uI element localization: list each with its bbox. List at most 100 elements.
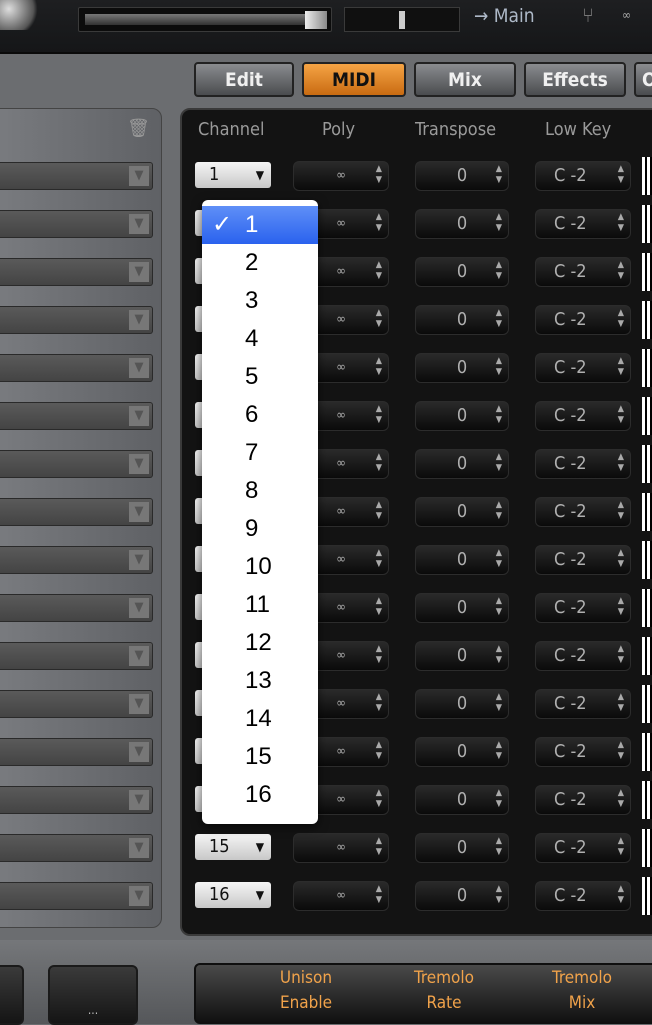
up-down-arrows-icon[interactable]: ▲ ▼ (376, 788, 382, 810)
instrument-slot[interactable]: ▼ (0, 354, 153, 382)
dropdown-arrow-icon[interactable]: ▼ (129, 406, 149, 426)
dropdown-arrow-icon[interactable]: ▼ (129, 502, 149, 522)
transpose-spinner[interactable]: 0 ▲ ▼ (415, 209, 509, 239)
up-down-arrows-icon[interactable]: ▲ ▼ (376, 692, 382, 714)
pan-slider[interactable] (344, 7, 460, 32)
up-down-arrows-icon[interactable]: ▲ ▼ (496, 740, 502, 762)
up-down-arrows-icon[interactable]: ▲ ▼ (376, 500, 382, 522)
low-key-spinner[interactable]: C -2 ▲ ▼ (535, 737, 631, 767)
instrument-slot[interactable]: ▼ (0, 882, 153, 910)
dropdown-arrow-icon[interactable]: ▼ (129, 742, 149, 762)
up-down-arrows-icon[interactable]: ▲ ▼ (496, 260, 502, 282)
dropdown-arrow-icon[interactable]: ▼ (129, 838, 149, 858)
macro-unison-enable[interactable]: Unison Enable (256, 966, 356, 1016)
up-down-arrows-icon[interactable]: ▲ ▼ (496, 692, 502, 714)
channel-option[interactable]: 2 (202, 244, 318, 282)
volume-slider[interactable] (78, 7, 332, 32)
transpose-spinner[interactable]: 0 ▲ ▼ (415, 785, 509, 815)
transpose-spinner[interactable]: 0 ▲ ▼ (415, 161, 509, 191)
instrument-slot[interactable]: ▼ (0, 834, 153, 862)
poly-spinner[interactable]: ∞ ▲ ▼ (293, 881, 389, 911)
volume-knob[interactable] (305, 11, 327, 29)
channel-option[interactable]: 11 (202, 586, 318, 624)
transpose-spinner[interactable]: 0 ▲ ▼ (415, 689, 509, 719)
up-down-arrows-icon[interactable]: ▲ ▼ (376, 308, 382, 330)
up-down-arrows-icon[interactable]: ▲ ▼ (376, 884, 382, 906)
up-down-arrows-icon[interactable]: ▲ ▼ (496, 356, 502, 378)
up-down-arrows-icon[interactable]: ▲ ▼ (376, 644, 382, 666)
up-down-arrows-icon[interactable]: ▲ ▼ (618, 212, 624, 234)
channel-option[interactable]: 10 (202, 548, 318, 586)
low-key-spinner[interactable]: C -2 ▲ ▼ (535, 689, 631, 719)
transpose-spinner[interactable]: 0 ▲ ▼ (415, 593, 509, 623)
channel-select[interactable]: 16 ▼ (195, 882, 271, 908)
up-down-arrows-icon[interactable]: ▲ ▼ (618, 260, 624, 282)
up-down-arrows-icon[interactable]: ▲ ▼ (376, 260, 382, 282)
channel-option[interactable]: 5 (202, 358, 318, 396)
dropdown-arrow-icon[interactable]: ▼ (129, 262, 149, 282)
dropdown-arrow-icon[interactable]: ▼ (129, 454, 149, 474)
channel-option[interactable]: 16 (202, 776, 318, 814)
transpose-spinner[interactable]: 0 ▲ ▼ (415, 497, 509, 527)
instrument-slot[interactable]: ▼ (0, 450, 153, 478)
up-down-arrows-icon[interactable]: ▲ ▼ (376, 452, 382, 474)
dropdown-arrow-icon[interactable]: ▼ (129, 598, 149, 618)
instrument-slot[interactable]: ▼ (0, 546, 153, 574)
dropdown-arrow-icon[interactable]: ▼ (129, 166, 149, 186)
up-down-arrows-icon[interactable]: ▲ ▼ (376, 164, 382, 186)
transpose-spinner[interactable]: 0 ▲ ▼ (415, 833, 509, 863)
instrument-slot[interactable]: ▼ (0, 738, 153, 766)
instrument-slot[interactable]: ▼ (0, 402, 153, 430)
up-down-arrows-icon[interactable]: ▲ ▼ (376, 836, 382, 858)
dropdown-arrow-icon[interactable]: ▼ (129, 694, 149, 714)
dropdown-arrow-icon[interactable]: ▼ (129, 358, 149, 378)
low-key-spinner[interactable]: C -2 ▲ ▼ (535, 833, 631, 863)
trash-icon[interactable]: 🗑 (127, 118, 150, 139)
channel-option[interactable]: 12 (202, 624, 318, 662)
instrument-slot[interactable]: ▼ (0, 642, 153, 670)
instrument-slot[interactable]: ▼ (0, 162, 153, 190)
low-key-spinner[interactable]: C -2 ▲ ▼ (535, 497, 631, 527)
tuning-fork-icon[interactable]: ⑂ (582, 3, 594, 27)
up-down-arrows-icon[interactable]: ▲ ▼ (618, 548, 624, 570)
up-down-arrows-icon[interactable]: ▲ ▼ (496, 788, 502, 810)
transpose-spinner[interactable]: 0 ▲ ▼ (415, 641, 509, 671)
up-down-arrows-icon[interactable]: ▲ ▼ (618, 452, 624, 474)
up-down-arrows-icon[interactable]: ▲ ▼ (496, 644, 502, 666)
tab-other[interactable]: O (634, 62, 652, 97)
instrument-slot[interactable]: ▼ (0, 498, 153, 526)
macro-tremolo-mix[interactable]: Tremolo Mix (532, 966, 632, 1016)
up-down-arrows-icon[interactable]: ▲ ▼ (376, 356, 382, 378)
up-down-arrows-icon[interactable]: ▲ ▼ (618, 740, 624, 762)
instrument-slot[interactable]: ▼ (0, 258, 153, 286)
output-selector[interactable]: → Main (474, 5, 535, 27)
low-key-spinner[interactable]: C -2 ▲ ▼ (535, 401, 631, 431)
up-down-arrows-icon[interactable]: ▲ ▼ (618, 692, 624, 714)
up-down-arrows-icon[interactable]: ▲ ▼ (496, 596, 502, 618)
channel-option[interactable]: 6 (202, 396, 318, 434)
dropdown-arrow-icon[interactable]: ▼ (129, 214, 149, 234)
up-down-arrows-icon[interactable]: ▲ ▼ (496, 836, 502, 858)
up-down-arrows-icon[interactable]: ▲ ▼ (618, 884, 624, 906)
low-key-spinner[interactable]: C -2 ▲ ▼ (535, 785, 631, 815)
channel-option[interactable]: 13 (202, 662, 318, 700)
channel-option[interactable]: 7 (202, 434, 318, 472)
up-down-arrows-icon[interactable]: ▲ ▼ (618, 644, 624, 666)
instrument-slot[interactable]: ▼ (0, 210, 153, 238)
up-down-arrows-icon[interactable]: ▲ ▼ (618, 788, 624, 810)
up-down-arrows-icon[interactable]: ▲ ▼ (496, 500, 502, 522)
low-key-spinner[interactable]: C -2 ▲ ▼ (535, 545, 631, 575)
low-key-spinner[interactable]: C -2 ▲ ▼ (535, 881, 631, 911)
channel-select[interactable]: 1 ▼ (195, 162, 271, 188)
transpose-spinner[interactable]: 0 ▲ ▼ (415, 257, 509, 287)
up-down-arrows-icon[interactable]: ▲ ▼ (496, 212, 502, 234)
up-down-arrows-icon[interactable]: ▲ ▼ (496, 548, 502, 570)
more-button[interactable]: ... (48, 965, 138, 1025)
transpose-spinner[interactable]: 0 ▲ ▼ (415, 449, 509, 479)
dropdown-arrow-icon[interactable]: ▼ (129, 886, 149, 906)
pan-knob[interactable] (399, 11, 405, 29)
up-down-arrows-icon[interactable]: ▲ ▼ (376, 740, 382, 762)
transpose-spinner[interactable]: 0 ▲ ▼ (415, 305, 509, 335)
tab-mix[interactable]: Mix (414, 62, 516, 97)
poly-spinner[interactable]: ∞ ▲ ▼ (293, 833, 389, 863)
